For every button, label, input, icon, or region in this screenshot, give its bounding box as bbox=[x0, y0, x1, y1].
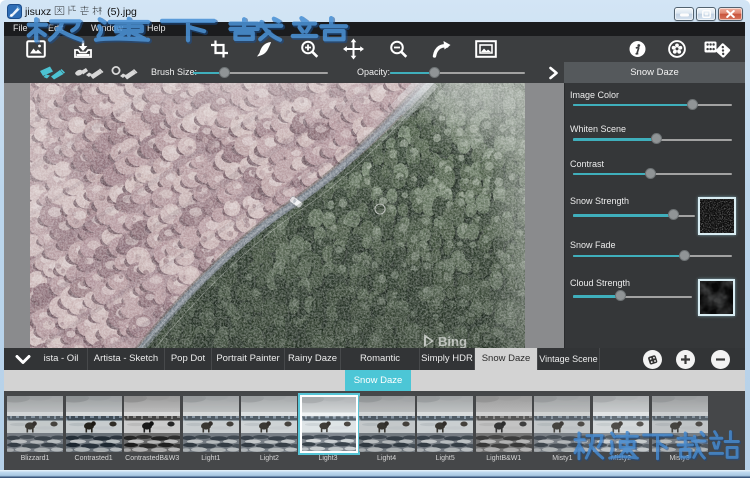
svg-text:Bing: Bing bbox=[438, 334, 467, 348]
